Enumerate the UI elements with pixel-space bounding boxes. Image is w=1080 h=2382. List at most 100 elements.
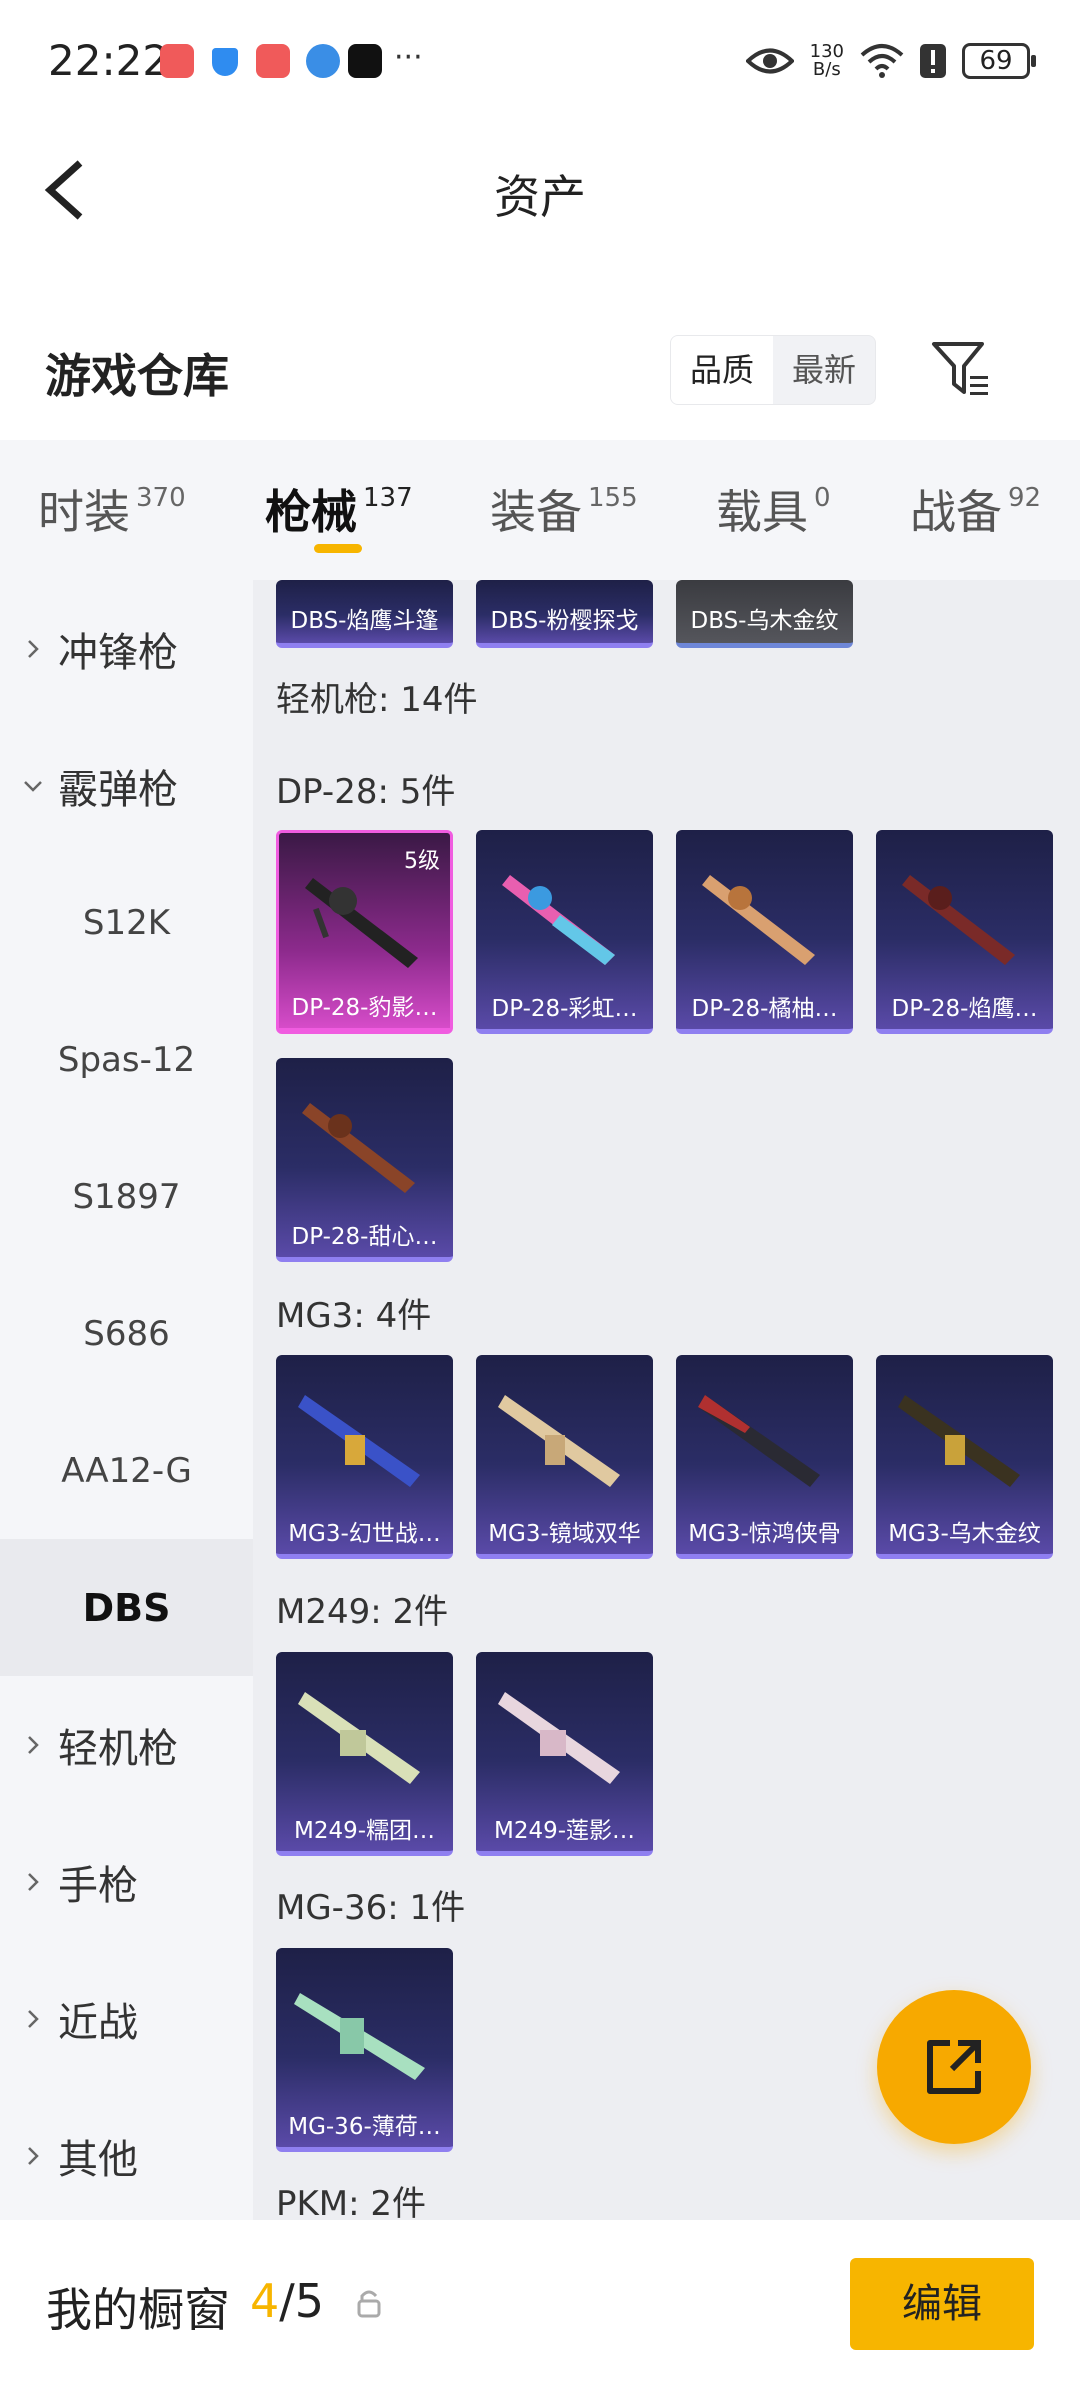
sidebar-item-label: 其他 <box>58 2136 138 2183</box>
sidebar-item-other[interactable]: 其他 <box>0 2087 253 2220</box>
group-label: M249: 2件 <box>276 1592 449 1632</box>
showcase-count: 4/5 <box>250 2274 325 2328</box>
net-speed: 130 B/s <box>809 41 844 80</box>
machine-gun-icon <box>498 1692 620 1784</box>
warehouse-row: 游戏仓库 品质 最新 <box>0 320 1080 420</box>
browser-app-icon <box>306 44 340 78</box>
item-card[interactable]: DP-28-橘柚… <box>676 830 853 1034</box>
lock-icon <box>357 2290 381 2318</box>
sidebar-item-label: 近战 <box>58 1999 138 2046</box>
status-bar: 22:22 ··· 130 B/s 69 <box>0 0 1080 125</box>
header: 资产 <box>0 125 1080 250</box>
machine-gun-icon <box>298 1395 420 1487</box>
item-grid: DBS-焰鹰斗篷 DBS-粉樱探戈 DBS-乌木金纹 轻机枪: 14件 DP-2… <box>253 580 1080 2220</box>
item-card[interactable]: MG-36-薄荷… <box>276 1948 453 2152</box>
item-name: DP-28-彩虹… <box>491 996 638 1022</box>
wifi-icon <box>860 44 904 78</box>
item-name: DP-28-橘柚… <box>691 996 838 1022</box>
sidebar-item-pistol[interactable]: 手枪 <box>0 1813 253 1950</box>
rifle-icon <box>502 875 615 965</box>
sidebar-item-dbs[interactable]: DBS <box>0 1539 253 1676</box>
item-name: MG3-乌木金纹 <box>888 1521 1041 1547</box>
item-name: DBS-乌木金纹 <box>690 608 839 634</box>
sidebar-item-label: 轻机枪 <box>58 1725 178 1772</box>
tab-supplies[interactable]: 战备 92 <box>910 476 1041 542</box>
item-card[interactable]: DBS-粉樱探戈 <box>476 580 653 648</box>
item-card[interactable]: MG3-乌木金纹 <box>876 1355 1053 1559</box>
tab-vehicles[interactable]: 载具 0 <box>716 476 831 542</box>
category-tabs: 时装 370 枪械 137 装备 155 载具 0 战备 92 <box>0 440 1080 580</box>
active-tab-indicator <box>314 544 362 553</box>
status-time: 22:22 <box>48 36 170 85</box>
item-card[interactable]: 5级 DP-28-豹影… <box>276 830 453 1034</box>
item-name: M249-莲影… <box>493 1818 636 1844</box>
item-name: MG3-惊鸿侠骨 <box>688 1521 841 1547</box>
sidebar-item-s12k[interactable]: S12K <box>0 854 253 991</box>
chevron-right-icon <box>28 2146 39 2165</box>
chevron-right-icon <box>28 639 39 658</box>
showcase-title: 我的橱窗 <box>46 2283 230 2337</box>
item-name: DBS-焰鹰斗篷 <box>290 608 439 634</box>
tab-equipment[interactable]: 装备 155 <box>490 476 638 542</box>
item-name: DP-28-甜心… <box>291 1224 438 1250</box>
group-label: MG-36: 1件 <box>276 1888 466 1928</box>
rifle-icon <box>294 1993 425 2080</box>
battery-indicator: 69 <box>962 43 1036 79</box>
rifle-icon <box>305 878 418 968</box>
sidebar-item-smg[interactable]: 冲锋枪 <box>0 580 253 717</box>
tab-firearms[interactable]: 枪械 137 <box>265 476 413 542</box>
share-button[interactable] <box>877 1990 1031 2144</box>
sidebar-item-label: 霰弹枪 <box>58 766 178 813</box>
showcase-bar: 我的橱窗 4/5 编辑 <box>0 2222 1080 2382</box>
item-name: DP-28-豹影… <box>291 995 438 1021</box>
item-card[interactable]: DBS-焰鹰斗篷 <box>276 580 453 648</box>
tab-outfits[interactable]: 时装 370 <box>38 476 186 542</box>
rifle-icon <box>302 1103 415 1193</box>
sort-quality-option[interactable]: 品质 <box>671 336 773 404</box>
page-title: 资产 <box>494 170 586 224</box>
item-card[interactable]: DP-28-甜心… <box>276 1058 453 1262</box>
sidebar-item-label: 冲锋枪 <box>58 629 178 676</box>
group-label: DP-28: 5件 <box>276 772 456 812</box>
sidebar-item-aa12g[interactable]: AA12-G <box>0 1402 253 1539</box>
item-name: DP-28-焰鹰… <box>891 996 1038 1022</box>
chevron-right-icon <box>28 2009 39 2028</box>
warehouse-title: 游戏仓库 <box>45 349 229 403</box>
item-card[interactable]: DBS-乌木金纹 <box>676 580 853 648</box>
group-label: MG3: 4件 <box>276 1296 432 1336</box>
item-card[interactable]: MG3-镜域双华 <box>476 1355 653 1559</box>
item-card[interactable]: M249-莲影… <box>476 1652 653 1856</box>
sort-newest-option[interactable]: 最新 <box>773 336 875 404</box>
tiktok-app-icon <box>348 44 382 78</box>
chevron-right-icon <box>28 1735 39 1754</box>
item-card[interactable]: M249-糯团… <box>276 1652 453 1856</box>
shopping-app-icon <box>160 44 194 78</box>
filter-icon[interactable] <box>930 338 992 402</box>
sidebar-item-melee[interactable]: 近战 <box>0 1950 253 2087</box>
sidebar-item-s1897[interactable]: S1897 <box>0 1128 253 1265</box>
group-label: PKM: 2件 <box>276 2184 427 2220</box>
item-name: DBS-粉樱探戈 <box>490 608 639 634</box>
chevron-right-icon <box>28 1872 39 1891</box>
machine-gun-icon <box>898 1395 1020 1487</box>
sidebar-item-shotgun[interactable]: 霰弹枪 <box>0 717 253 854</box>
more-notifications-icon: ··· <box>394 40 423 75</box>
eye-icon <box>745 48 794 74</box>
item-card[interactable]: DP-28-彩虹… <box>476 830 653 1034</box>
sidebar-item-s686[interactable]: S686 <box>0 1265 253 1402</box>
weapon-sidebar: 冲锋枪 霰弹枪 S12K Spas-12 S1897 S686 AA12-G D… <box>0 580 253 2220</box>
item-card[interactable]: DP-28-焰鹰… <box>876 830 1053 1034</box>
sort-toggle: 品质 最新 <box>670 335 876 405</box>
shopping-bag-app-icon <box>256 44 290 78</box>
item-card[interactable]: MG3-幻世战… <box>276 1355 453 1559</box>
machine-gun-icon <box>698 1395 820 1487</box>
item-card[interactable]: MG3-惊鸿侠骨 <box>676 1355 853 1559</box>
chevron-down-icon <box>24 780 42 792</box>
edit-button[interactable]: 编辑 <box>850 2258 1034 2350</box>
alert-icon <box>920 44 946 78</box>
item-name: MG3-镜域双华 <box>488 1521 641 1547</box>
category-label: 轻机枪: 14件 <box>276 680 478 720</box>
sidebar-item-spas12[interactable]: Spas-12 <box>0 991 253 1128</box>
external-link-icon <box>927 2040 981 2094</box>
sidebar-item-lmg[interactable]: 轻机枪 <box>0 1676 253 1813</box>
